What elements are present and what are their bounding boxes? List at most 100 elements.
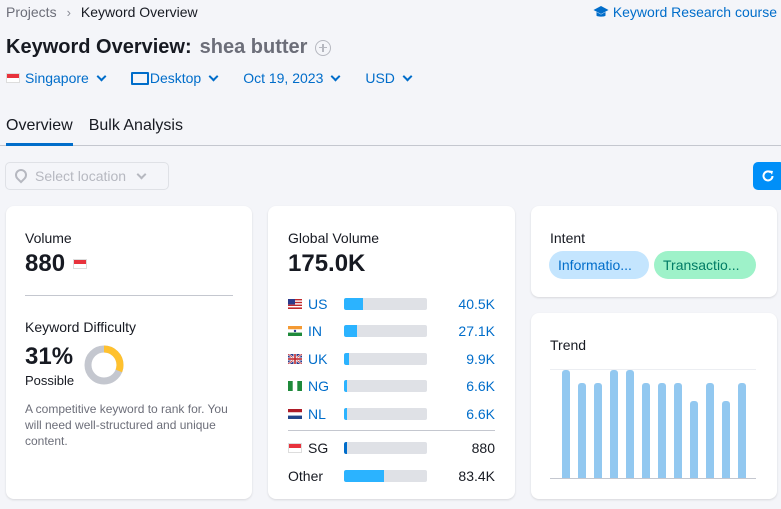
device-filter-label: Desktop	[149, 70, 202, 86]
currency-filter-label: USD	[365, 70, 395, 86]
global-volume-value: 175.0K	[288, 250, 366, 277]
uk-flag-icon	[288, 353, 302, 364]
country-volume-bar	[344, 442, 427, 455]
country-volume-value: 40.5K	[458, 295, 495, 312]
country-volume-bar-fill	[344, 407, 348, 420]
india-flag-icon	[288, 326, 302, 337]
page-title: Keyword Overview: shea butter	[6, 36, 332, 59]
country-code: UK	[308, 350, 328, 367]
other-volume-bar-fill	[344, 469, 384, 482]
divider	[288, 429, 495, 431]
trend-label: Trend	[550, 337, 587, 353]
location-pin-icon	[15, 169, 27, 183]
chevron-down-icon	[136, 169, 147, 179]
trend-bar[interactable]	[562, 370, 570, 478]
country-volume-bar-fill	[344, 352, 349, 365]
country-volume-bar-fill	[344, 297, 364, 310]
graduation-cap-icon	[593, 6, 609, 17]
intent-card: Intent Informatio... Transactio...	[531, 206, 777, 297]
country-row-nl[interactable]: NL 6.6K	[288, 400, 495, 428]
trend-bar[interactable]	[626, 370, 634, 478]
keyword-research-course-link[interactable]: Keyword Research course	[593, 4, 777, 20]
page-title-prefix: Keyword Overview:	[6, 36, 192, 58]
volume-value: 880	[25, 250, 66, 277]
keyword-difficulty-value: 31%	[25, 343, 74, 370]
trend-bar[interactable]	[658, 382, 666, 478]
trend-bar[interactable]	[738, 382, 746, 478]
country-volume-list: US 40.5K IN 27.1K UK 9.9K NG 6.6K NL 6.6…	[288, 290, 495, 490]
keyword-difficulty-donut	[84, 345, 124, 384]
device-filter[interactable]: Desktop	[130, 70, 219, 86]
tab-bulk-analysis[interactable]: Bulk Analysis	[89, 110, 183, 146]
netherlands-flag-icon	[288, 408, 302, 419]
country-volume-value: 6.6K	[466, 405, 495, 422]
country-code: NG	[308, 378, 329, 395]
breadcrumb-separator-icon: ›	[66, 4, 71, 20]
trend-bar[interactable]	[674, 382, 682, 478]
plus-circle-icon[interactable]	[315, 39, 332, 56]
us-flag-icon	[288, 298, 302, 309]
refresh-button[interactable]	[753, 162, 781, 190]
chevron-down-icon	[208, 71, 219, 81]
date-filter[interactable]: Oct 19, 2023	[243, 70, 341, 86]
country-volume-bar	[344, 352, 427, 365]
country-volume-value: 6.6K	[466, 378, 495, 395]
trend-bar[interactable]	[610, 370, 618, 478]
trend-bar[interactable]	[594, 382, 602, 478]
country-volume-bar	[344, 407, 427, 420]
country-volume-bar	[344, 297, 427, 310]
other-volume-bar	[344, 469, 427, 482]
trend-bar[interactable]	[706, 382, 714, 478]
intent-label: Intent	[550, 230, 586, 246]
trend-bar[interactable]	[578, 382, 586, 478]
nigeria-flag-icon	[288, 381, 302, 392]
country-volume-bar-fill	[344, 380, 348, 393]
country-filter[interactable]: Singapore	[6, 70, 107, 86]
keyword-difficulty-label: Keyword Difficulty	[25, 319, 137, 335]
country-volume-value: 27.1K	[458, 323, 495, 340]
trend-chart	[550, 369, 756, 479]
date-filter-label: Oct 19, 2023	[243, 70, 324, 86]
filter-bar: Singapore Desktop Oct 19, 2023 USD	[6, 70, 437, 86]
country-volume-bar-fill	[344, 442, 348, 455]
tab-overview[interactable]: Overview	[6, 110, 73, 146]
country-row-in[interactable]: IN 27.1K	[288, 318, 495, 346]
trend-bar[interactable]	[642, 382, 650, 478]
country-code: SG	[308, 440, 329, 457]
divider	[25, 295, 233, 296]
keyword-difficulty-rating: Possible	[25, 373, 75, 388]
country-row-us[interactable]: US 40.5K	[288, 290, 495, 318]
chevron-down-icon	[330, 71, 341, 81]
singapore-flag-icon	[73, 259, 88, 269]
volume-label: Volume	[25, 230, 72, 246]
tab-bar: Overview Bulk Analysis	[0, 110, 781, 146]
country-filter-label: Singapore	[25, 70, 89, 86]
chevron-down-icon	[96, 71, 107, 81]
other-volume-value: 83.4K	[458, 467, 495, 484]
other-row: Other 83.4K	[288, 462, 495, 490]
singapore-flag-icon	[6, 73, 20, 83]
trend-bar[interactable]	[722, 401, 730, 478]
country-row-sg: SG 880	[288, 435, 495, 463]
trend-card: Trend	[531, 313, 777, 499]
intent-informational-badge[interactable]: Informatio...	[549, 251, 649, 279]
country-code: NL	[308, 405, 326, 422]
trend-baseline	[550, 478, 756, 479]
country-volume-value: 9.9K	[466, 350, 495, 367]
location-select[interactable]: Select location	[5, 162, 169, 190]
other-label: Other	[288, 467, 324, 484]
trend-bar[interactable]	[690, 401, 698, 478]
country-volume-value: 880	[471, 440, 495, 457]
page-title-keyword: shea butter	[199, 36, 308, 58]
trend-gridline	[550, 369, 756, 370]
breadcrumb-current: Keyword Overview	[80, 4, 198, 20]
currency-filter[interactable]: USD	[365, 70, 413, 86]
singapore-flag-icon	[288, 443, 302, 454]
keyword-difficulty-description: A competitive keyword to rank for. You w…	[25, 402, 228, 448]
country-row-ng[interactable]: NG 6.6K	[288, 373, 495, 401]
country-row-uk[interactable]: UK 9.9K	[288, 345, 495, 373]
volume-card: Volume 880 Keyword Difficulty 31% Possib…	[6, 206, 252, 499]
country-volume-bar	[344, 380, 427, 393]
breadcrumb-projects[interactable]: Projects	[6, 4, 57, 20]
intent-transactional-badge[interactable]: Transactio...	[654, 251, 756, 279]
